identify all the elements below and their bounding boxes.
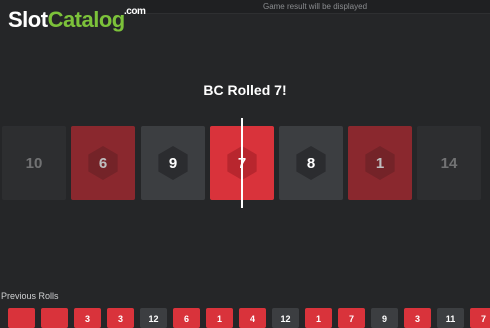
reel-card: 8: [279, 126, 343, 200]
previous-roll-chip: [8, 308, 35, 328]
logo-text-catalog: Catalog: [47, 7, 126, 32]
hexagon-icon: 6: [88, 146, 118, 180]
hexagon-icon: 10: [19, 146, 48, 180]
previous-roll-chip: 1: [206, 308, 233, 328]
reel-card-number: 14: [440, 154, 458, 172]
previous-roll-chip: 12: [140, 308, 167, 328]
reel-card-number: 10: [25, 154, 43, 172]
slotcatalog-logo: SlotCatalog .com: [8, 7, 146, 32]
previous-rolls-label: Previous Rolls: [1, 291, 59, 301]
reel-card-number: 8: [306, 154, 316, 172]
reel-card: 1: [348, 126, 412, 200]
logo-text-slot: Slot: [8, 7, 48, 32]
previous-roll-chip: 9: [371, 308, 398, 328]
reel-card: 9: [141, 126, 205, 200]
previous-roll-chip: 7: [338, 308, 365, 328]
hexagon-icon: 1: [365, 146, 395, 180]
hexagon-icon: 14: [434, 146, 463, 180]
reel-card-number: 6: [98, 154, 108, 172]
reel-card: 6: [71, 126, 135, 200]
hexagon-icon: 8: [296, 146, 326, 180]
previous-roll-chip: 7: [470, 308, 490, 328]
previous-roll-chip: 4: [239, 308, 266, 328]
game-status-bar: Game result will be displayed: [140, 0, 490, 14]
previous-roll-chip: 3: [74, 308, 101, 328]
previous-roll-chip: [41, 308, 68, 328]
reel-card-number: 9: [168, 154, 178, 172]
roulette-reel: 106978114: [0, 126, 490, 200]
previous-roll-chip: 6: [173, 308, 200, 328]
hexagon-icon: 9: [158, 146, 188, 180]
previous-roll-chip: 3: [107, 308, 134, 328]
previous-roll-chip: 12: [272, 308, 299, 328]
reel-pointer-line: [241, 118, 243, 208]
previous-roll-chip: 11: [437, 308, 464, 328]
reel-card: 14: [417, 126, 481, 200]
game-status-text: Game result will be displayed: [262, 2, 368, 11]
previous-roll-chip: 3: [404, 308, 431, 328]
roll-result-title: BC Rolled 7!: [203, 82, 287, 98]
reel-card-number: 1: [375, 154, 385, 172]
previous-roll-chip: 1: [305, 308, 332, 328]
logo-text-com: .com: [124, 6, 146, 17]
reel-card: 10: [2, 126, 66, 200]
